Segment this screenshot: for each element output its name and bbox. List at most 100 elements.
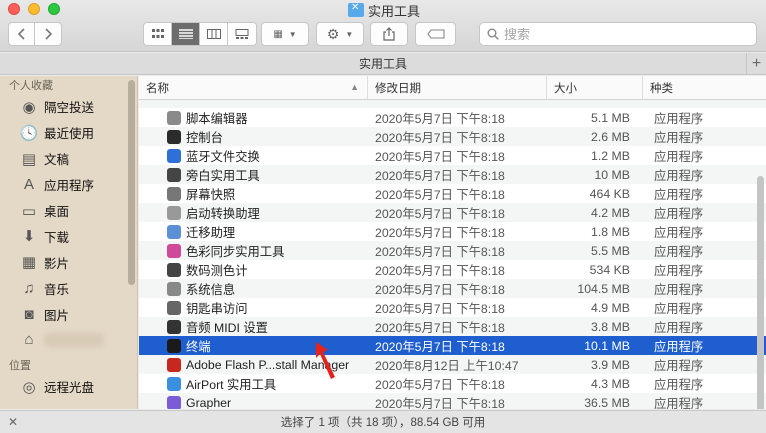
row-name-cell: 蓝牙文件交换 [139,146,368,165]
chevron-down-icon: ▼ [288,29,297,39]
camera-icon: ◙ [24,305,34,323]
bootcamp-icon [167,205,181,220]
search-field[interactable] [479,22,757,46]
row-size: 4.2 MB [591,205,630,220]
column-header-date[interactable]: 修改日期 [368,76,547,99]
table-row[interactable]: 屏幕快照 2020年5月7日 下午8:18 464 KB 应用程序 [139,184,766,203]
sidebar-item-label: 桌面 [44,205,70,219]
action-menu-button[interactable]: ⚙ ▼ [316,22,364,46]
maximize-window-button[interactable] [48,3,60,15]
favorites-header: 个人收藏 [9,80,53,92]
sidebar-item[interactable]: ⬇ 下载 [0,223,137,249]
sidebar-item[interactable]: ▭ 桌面 [0,198,137,224]
sidebar-item[interactable]: ⌂ [0,327,137,353]
film-icon: ▦ [21,254,37,272]
disc-icon: ◎ [22,378,36,396]
table-row[interactable]: 色彩同步实用工具 2020年5月7日 下午8:18 5.5 MB 应用程序 [139,241,766,260]
view-mode-segmented [143,22,257,46]
sidebar-item[interactable]: ♫ 音乐 [0,275,137,301]
chevron-right-icon[interactable] [35,23,61,45]
script-icon [167,110,181,125]
row-size: 5.1 MB [591,110,630,125]
music-icon: ♫ [23,279,35,297]
table-row[interactable]: 终端 2020年5月7日 下午8:18 10.1 MB 应用程序 [139,336,766,355]
new-tab-button[interactable]: + [746,53,766,75]
sidebar-location-label: 远程光盘 [44,381,95,396]
row-date: 2020年5月7日 下午8:18 [375,111,505,126]
row-name: 屏幕快照 [186,187,236,202]
icon-view-button[interactable] [144,23,172,45]
minimize-window-button[interactable] [28,3,40,15]
sidebar: 个人收藏 ◉ 隔空投送 🕓 最近使用 ▤ 文稿 A 应用程序 ▭ 桌面 ⬇ 下载 ▦ 影片 ♫ 音乐 ◙ 图片 ⌂ … [0,76,138,409]
table-row[interactable]: 蓝牙文件交换 2020年5月7日 下午8:18 1.2 MB 应用程序 [139,146,766,165]
table-row[interactable]: 音频 MIDI 设置 2020年5月7日 下午8:18 3.8 MB 应用程序 [139,317,766,336]
tags-button[interactable] [415,22,456,46]
table-row[interactable]: Grapher 2020年5月7日 下午8:18 36.5 MB 应用程序 [139,393,766,409]
column-header-size[interactable]: 大小 [547,76,643,99]
table-row-partial[interactable] [139,100,766,108]
sidebar-item[interactable]: 🕓 最近使用 [0,120,137,146]
sidebar-scrollbar[interactable] [128,80,135,285]
tab-utilities[interactable]: 实用工具 [359,55,407,72]
close-window-button[interactable] [8,3,20,15]
window-toolbar: 实用工具 ▦ ▼ ⚙ ▼ [0,0,766,52]
sidebar-item[interactable]: ▤ 文稿 [0,146,137,172]
search-input[interactable] [504,26,724,42]
sidebar-item[interactable]: ▦ 影片 [0,249,137,275]
table-row[interactable]: 迁移助理 2020年5月7日 下午8:18 1.8 MB 应用程序 [139,222,766,241]
sidebar-item[interactable]: A 应用程序 [0,172,137,198]
chevron-left-icon[interactable] [9,23,35,45]
sidebar-location-item[interactable]: ◎ 远程光盘 [0,374,137,400]
row-name: 旁白实用工具 [186,168,260,183]
sidebar-item[interactable]: ◙ 图片 [0,301,137,327]
row-name-cell: 系统信息 [139,279,368,298]
status-text: 选择了 1 项（共 18 项），88.54 GB 可用 [280,417,486,429]
row-name: 数码测色计 [186,263,248,278]
window-title-label: 实用工具 [368,3,421,19]
row-date: 2020年5月7日 下午8:18 [375,225,505,240]
migration-icon [167,224,181,239]
column-view-button[interactable] [200,23,228,45]
row-date: 2020年5月7日 下午8:18 [375,339,505,354]
sysinfo-icon [167,281,181,296]
row-name: 终端 [186,339,211,354]
share-button[interactable] [370,22,408,46]
sidebar-item[interactable]: ◉ 隔空投送 [0,94,137,120]
list-scrollbar[interactable] [757,176,764,409]
list-view-button[interactable] [172,23,200,45]
gallery-view-button[interactable] [228,23,256,45]
folder-icon [348,2,364,17]
table-row[interactable]: 脚本编辑器 2020年5月7日 下午8:18 5.1 MB 应用程序 [139,108,766,127]
chevron-down-icon: ▼ [345,29,354,39]
table-row[interactable]: 系统信息 2020年5月7日 下午8:18 104.5 MB 应用程序 [139,279,766,298]
row-size: 534 KB [589,262,630,277]
row-kind: 应用程序 [654,225,704,240]
row-kind: 应用程序 [654,187,704,202]
column-header-kind[interactable]: 种类 [643,76,766,99]
row-size: 36.5 MB [584,395,630,410]
row-name-cell: 色彩同步实用工具 [139,241,368,260]
table-row[interactable]: 旁白实用工具 2020年5月7日 下午8:18 10 MB 应用程序 [139,165,766,184]
sidebar-item-label: 图片 [44,308,70,323]
table-row[interactable]: 启动转换助理 2020年5月7日 下午8:18 4.2 MB 应用程序 [139,203,766,222]
row-size: 4.3 MB [591,376,630,391]
table-row[interactable]: 控制台 2020年5月7日 下午8:18 2.6 MB 应用程序 [139,127,766,146]
row-name: 启动转换助理 [186,206,260,221]
window-title: 实用工具 [348,1,420,19]
table-row[interactable]: AirPort 实用工具 2020年5月7日 下午8:18 4.3 MB 应用程序 [139,374,766,393]
sidebar-item-label: 下载 [44,230,70,245]
voiceover-icon [167,167,181,182]
row-name-cell: Grapher [139,393,368,409]
table-row[interactable]: Adobe Flash P...stall Manager 2020年8月12日 … [139,355,766,374]
table-row[interactable]: 钥匙串访问 2020年5月7日 下午8:18 4.9 MB 应用程序 [139,298,766,317]
column-header-kind-label: 种类 [650,82,673,95]
collapse-icon[interactable]: ✕ [8,415,18,429]
row-kind: 应用程序 [654,396,704,410]
group-by-button[interactable]: ▦ ▼ [261,22,309,46]
red-arrow-annotation [316,342,335,379]
sidebar-item-label: 文稿 [44,153,70,168]
column-header-name[interactable]: 名称 ▲ [139,76,368,99]
row-date: 2020年5月7日 下午8:18 [375,168,505,183]
table-row[interactable]: 数码测色计 2020年5月7日 下午8:18 534 KB 应用程序 [139,260,766,279]
file-rows: 脚本编辑器 2020年5月7日 下午8:18 5.1 MB 应用程序 控制台 2020年5… [139,100,766,409]
